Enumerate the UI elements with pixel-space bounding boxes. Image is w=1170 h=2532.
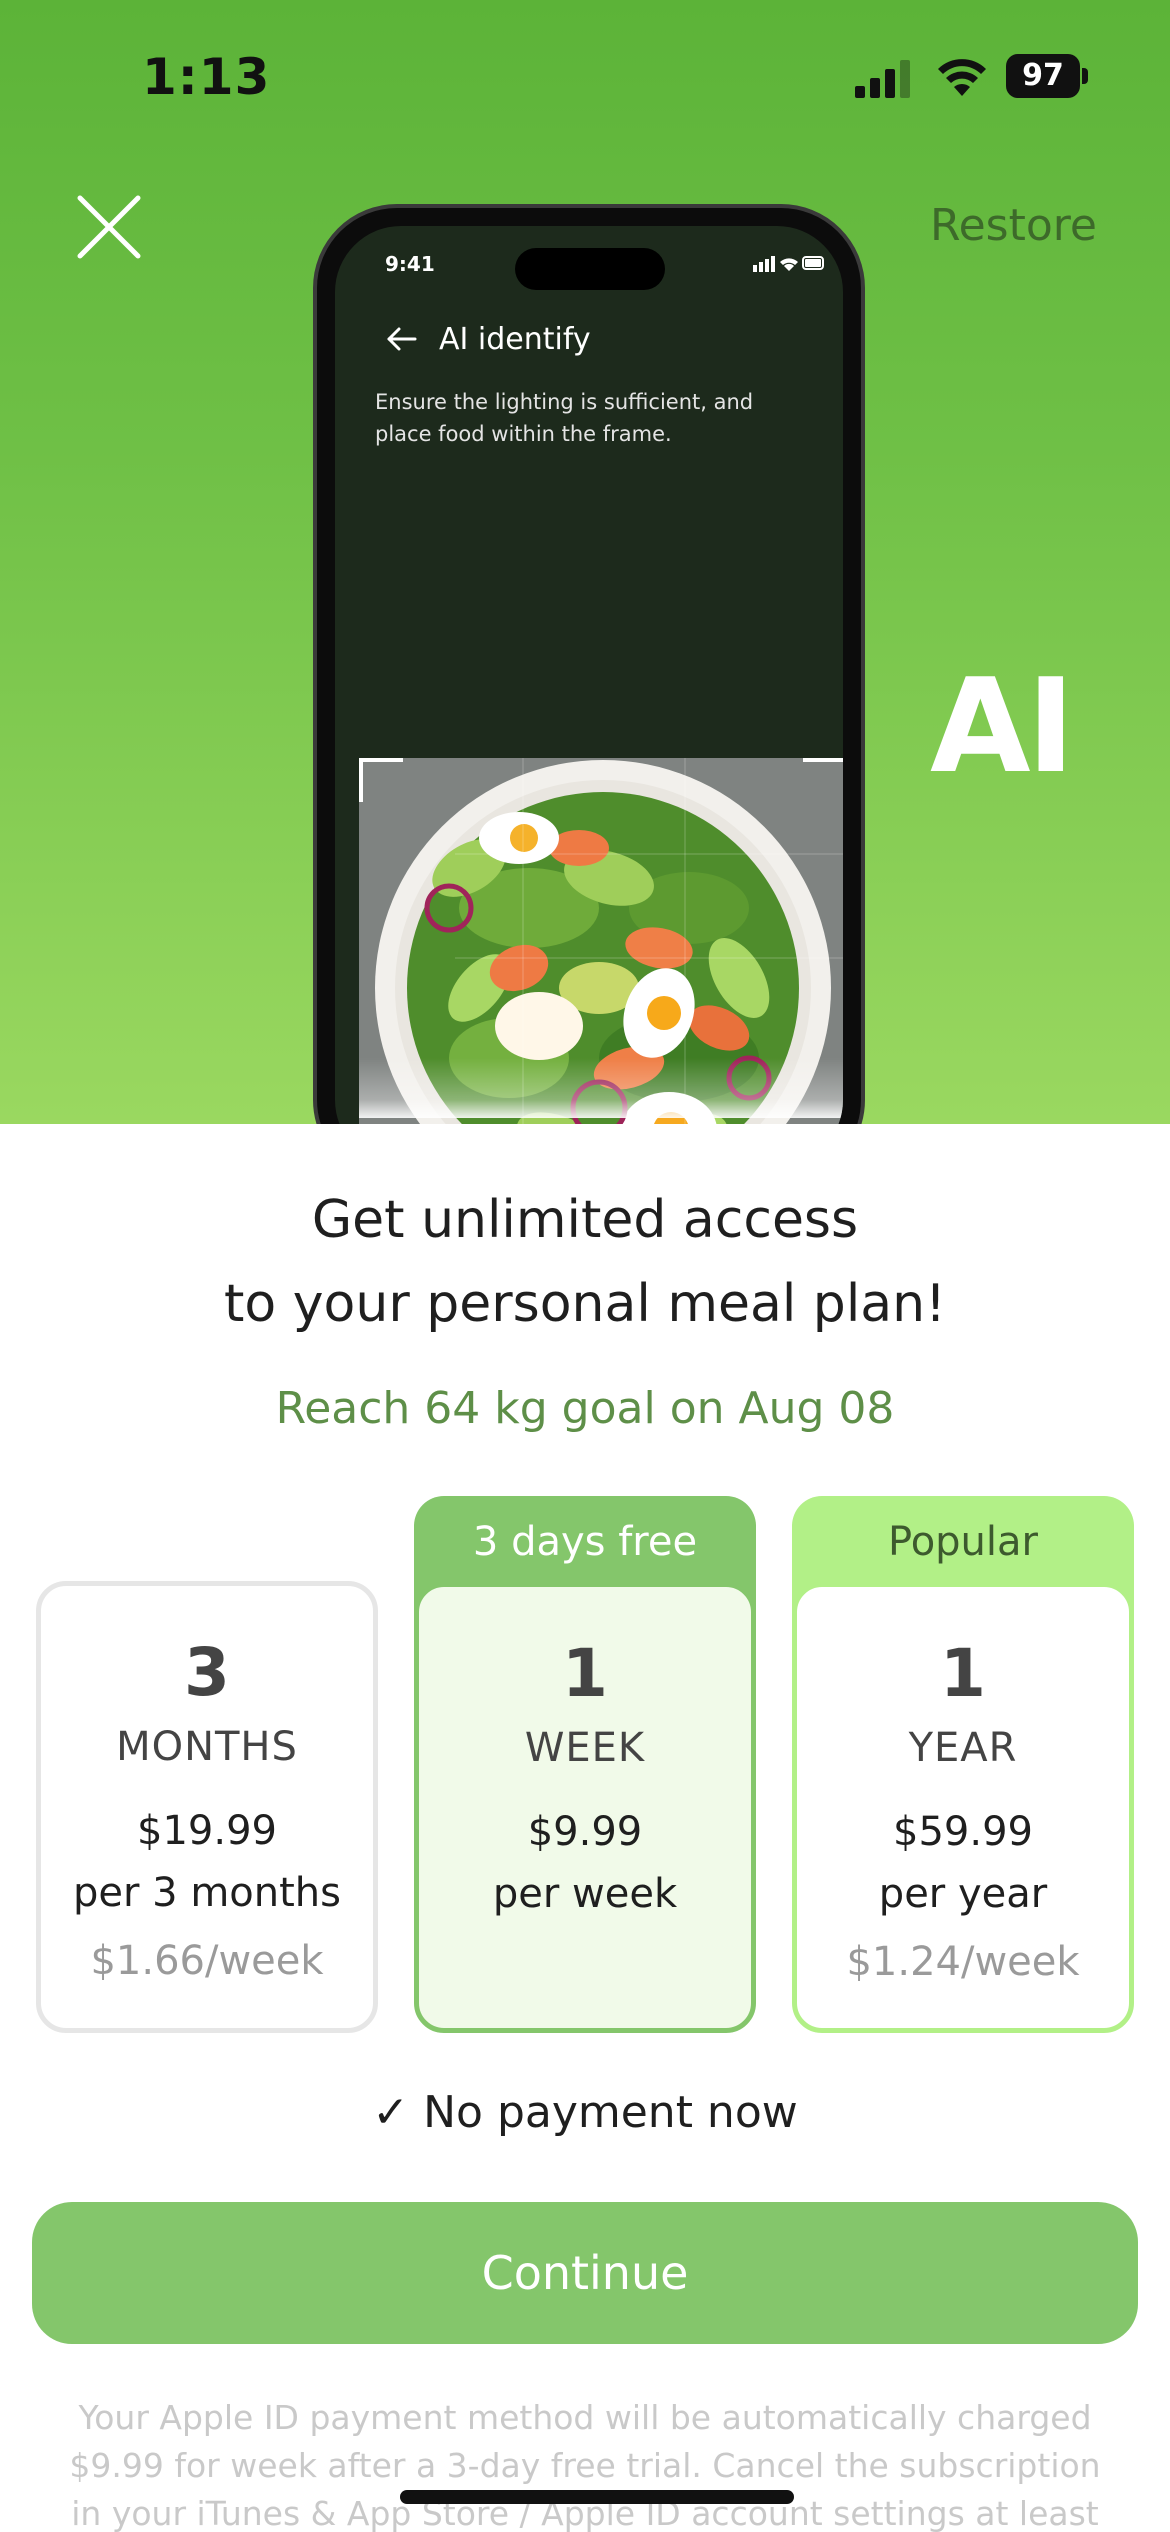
- phone-screen: 9:41 AI identify Ensure the lighting is …: [335, 226, 843, 1124]
- plan-period: per year: [878, 1871, 1048, 1917]
- plan-option-1-week[interactable]: 3 days free 1 WEEK $9.99 per week: [414, 1496, 756, 2033]
- plan-price: $19.99: [137, 1808, 277, 1854]
- plan-period: per week: [492, 1871, 678, 1917]
- plan-option-1-year[interactable]: Popular 1 YEAR $59.99 per year $1.24/wee…: [792, 1496, 1134, 2033]
- ai-badge: AI: [930, 650, 1075, 802]
- plan-number: 1: [940, 1635, 986, 1712]
- legal-text: Your Apple ID payment method will be aut…: [69, 2398, 1101, 2532]
- battery-level: 97: [1006, 54, 1080, 98]
- goal-text: Reach 64 kg goal on Aug 08: [275, 1383, 895, 1434]
- mockup-title: AI identify: [439, 322, 591, 357]
- headline: Get unlimited access to your personal me…: [0, 1178, 1170, 1346]
- status-time: 1:13: [142, 48, 271, 106]
- status-bar: 1:13 97: [0, 0, 1170, 150]
- wifi-icon: [938, 59, 986, 96]
- mockup-hint: Ensure the lighting is sufficient, and p…: [375, 390, 754, 446]
- plan-price: $59.99: [893, 1809, 1033, 1855]
- arrow-left-icon: [387, 327, 417, 351]
- frame-corner-top-left: [359, 758, 403, 802]
- plan-unit: YEAR: [908, 1725, 1018, 1771]
- plan-card: 3 MONTHS $19.99 per 3 months $1.66/week: [36, 1581, 378, 2033]
- plan-unit: MONTHS: [116, 1724, 298, 1770]
- scan-line: [359, 1058, 843, 1118]
- plan-number: 3: [184, 1634, 230, 1711]
- plan-card: 1 YEAR $59.99 per year $1.24/week: [792, 1582, 1134, 2033]
- plan-weekly-price: $1.24/week: [846, 1939, 1080, 1985]
- plan-period: per 3 months: [73, 1870, 341, 1916]
- home-indicator: [400, 2490, 794, 2504]
- plan-card: 1 WEEK $9.99 per week: [414, 1582, 756, 2033]
- continue-button[interactable]: Continue: [32, 2202, 1138, 2344]
- phone-mockup: 9:41 AI identify Ensure the lighting is …: [313, 204, 865, 1124]
- scan-frame: [359, 758, 843, 1124]
- close-icon[interactable]: [72, 190, 146, 264]
- mockup-time: 9:41: [385, 252, 435, 276]
- cellular-signal-icon: [855, 60, 910, 98]
- plan-weekly-price: $1.66/week: [90, 1938, 324, 1984]
- mockup-status-icons: [753, 256, 824, 272]
- no-payment-note: ✓ No payment now: [372, 2087, 798, 2138]
- headline-line-2: to your personal meal plan!: [224, 1274, 946, 1334]
- dynamic-island: [515, 248, 665, 290]
- plan-price: $9.99: [527, 1809, 643, 1855]
- frame-corner-top-right: [803, 758, 843, 802]
- headline-line-1: Get unlimited access: [311, 1190, 859, 1250]
- plan-option-3-months[interactable]: 3 MONTHS $19.99 per 3 months $1.66/week: [36, 1581, 378, 2033]
- restore-button[interactable]: Restore: [930, 200, 1097, 251]
- plan-unit: WEEK: [524, 1725, 646, 1771]
- hero-banner: 1:13 97 Restore 9:41 AI identify Ensure …: [0, 0, 1170, 1124]
- battery-icon: 97: [1006, 54, 1088, 98]
- plan-number: 1: [562, 1635, 608, 1712]
